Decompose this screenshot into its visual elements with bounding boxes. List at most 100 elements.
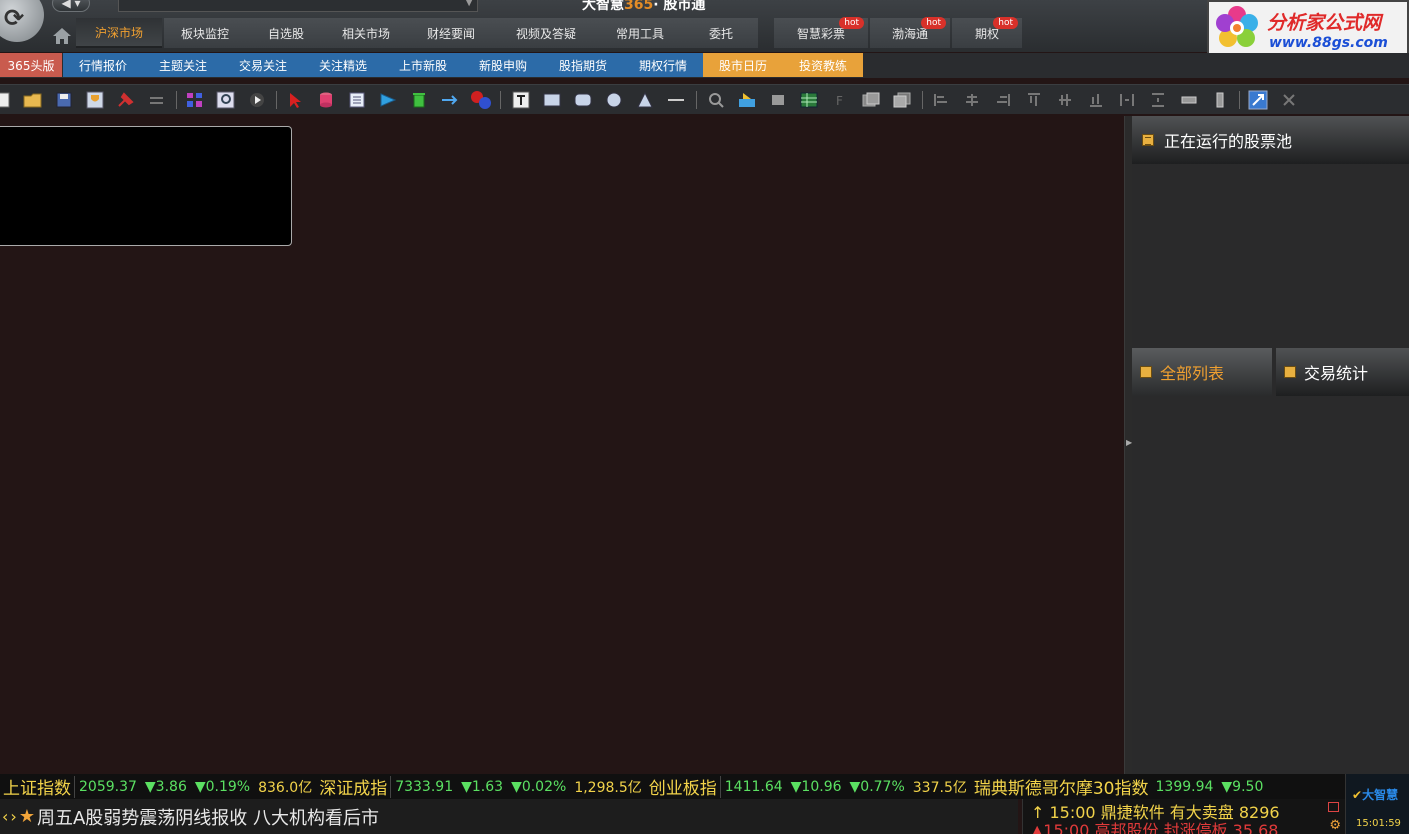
nav-item-bohaitong[interactable]: 渤海通 hot [870, 17, 950, 48]
align-middle-icon[interactable] [1054, 89, 1076, 111]
pin-icon[interactable] [115, 89, 137, 111]
toolbar-divider [176, 91, 177, 109]
nav-item-shipin[interactable]: 视频及答疑 [496, 18, 596, 48]
distribute-horizontal-icon[interactable] [1116, 89, 1138, 111]
home-icon[interactable] [52, 27, 72, 45]
arrow-right-icon[interactable] [439, 89, 461, 111]
nav-item-hushen[interactable]: 沪深市场 [76, 18, 162, 48]
ticker-change: ▼9.50 [1221, 778, 1264, 795]
nav-item-gongju[interactable]: 常用工具 [596, 18, 684, 48]
subnav-item-shengou[interactable]: 新股申购 [463, 53, 543, 77]
toolbar-divider [696, 91, 697, 109]
rounded-rect-tool-icon[interactable] [572, 89, 594, 111]
distribute-vertical-icon[interactable] [1147, 89, 1169, 111]
subnav-item-xingu[interactable]: 上市新股 [383, 53, 463, 77]
ticker-name[interactable]: 瑞典斯德哥尔摩30指数 [971, 774, 1152, 799]
ticker-price: 1399.94 [1155, 778, 1214, 795]
ticker-name[interactable]: 深证成指 [316, 774, 390, 799]
alert-panel: ↑ 15:00 鼎捷软件 有大卖盘 8296 ▲15:00 高邦股份 封涨停板 … [1022, 799, 1345, 834]
nav-item-weituo[interactable]: 委托 [684, 18, 758, 48]
flag-icon[interactable] [377, 89, 399, 111]
stock-pool-header[interactable]: 正在运行的股票池 [1132, 116, 1409, 164]
rectangle-tool-icon[interactable] [541, 89, 563, 111]
app-logo[interactable]: ⟳ [0, 0, 44, 42]
alert-item[interactable]: ▲15:00 高邦股份 封涨停板 35.68 [1031, 817, 1278, 834]
news-headline[interactable]: 周五A股弱势震荡阴线报收 八大机构看后市 [37, 804, 379, 830]
align-right-icon[interactable] [992, 89, 1014, 111]
align-bottom-icon[interactable] [1085, 89, 1107, 111]
gear-icon[interactable]: ⚙ [1329, 818, 1341, 833]
cursor-icon[interactable] [284, 89, 306, 111]
same-height-icon[interactable] [1209, 89, 1231, 111]
circle-tool-icon[interactable] [603, 89, 625, 111]
f-icon[interactable]: F [829, 89, 851, 111]
window-back-icon[interactable] [891, 89, 913, 111]
ticker-price: 1411.64 [724, 778, 783, 795]
subnav-item-jingxuan[interactable]: 关注精选 [303, 53, 383, 77]
ticker-percent: ▼0.77% [849, 778, 905, 795]
text-tool-icon[interactable] [510, 89, 532, 111]
tab-trade-stats[interactable]: 交易统计 [1276, 348, 1409, 396]
same-width-icon[interactable] [1178, 89, 1200, 111]
new-file-icon[interactable] [0, 89, 14, 111]
nav-item-caijing[interactable]: 财经要闻 [406, 18, 496, 48]
hot-badge: hot [839, 17, 864, 29]
panel-splitter[interactable]: ▶ [1124, 116, 1132, 774]
ticker-percent: ▼0.02% [511, 778, 567, 795]
main-canvas[interactable] [0, 116, 1124, 774]
swap-icon[interactable] [146, 89, 168, 111]
nav-item-xiangguan[interactable]: 相关市场 [326, 18, 406, 48]
subnav-item-qiquan[interactable]: 期权行情 [623, 53, 703, 77]
subnav-item-jiaolian[interactable]: 投资教练 [783, 53, 863, 77]
grid-icon [1142, 134, 1154, 146]
expand-icon[interactable] [1247, 89, 1269, 111]
paint-icon[interactable] [736, 89, 758, 111]
layout-icon[interactable] [184, 89, 206, 111]
trash-icon[interactable] [408, 89, 430, 111]
next-news-icon[interactable]: › [10, 807, 16, 826]
subnav-item-zhuti[interactable]: 主题关注 [143, 53, 223, 77]
trophy-icon[interactable] [84, 89, 106, 111]
ticker-name[interactable]: 创业板指 [646, 774, 720, 799]
ticker-price: 7333.91 [395, 778, 454, 795]
counter-icon[interactable] [470, 89, 492, 111]
save-icon[interactable] [53, 89, 75, 111]
open-folder-icon[interactable] [22, 89, 44, 111]
back-button[interactable]: ◀ ▾ [52, 0, 90, 12]
database-icon[interactable] [315, 89, 337, 111]
nav-item-qiquan[interactable]: 期权 hot [952, 17, 1022, 48]
line-tool-icon[interactable] [665, 89, 687, 111]
drawing-toolbar: F [0, 84, 1409, 114]
subnav-item-hangqing[interactable]: 行情报价 [63, 53, 143, 77]
prev-news-icon[interactable]: ‹ [2, 807, 8, 826]
zoom-chart-icon[interactable] [215, 89, 237, 111]
align-center-icon[interactable] [961, 89, 983, 111]
clock-box: ✔大智慧 15:01:59 [1345, 774, 1409, 834]
table-icon[interactable] [798, 89, 820, 111]
magnifier-icon[interactable] [705, 89, 727, 111]
document-icon[interactable] [346, 89, 368, 111]
play-icon[interactable] [246, 89, 268, 111]
align-top-icon[interactable] [1023, 89, 1045, 111]
search-input[interactable]: ▼ [118, 0, 478, 12]
subnav-item-jiaoyi[interactable]: 交易关注 [223, 53, 303, 77]
blank-icon[interactable] [767, 89, 789, 111]
window-front-icon[interactable] [860, 89, 882, 111]
nav-item-caipiao[interactable]: 智慧彩票 hot [774, 17, 868, 48]
subnav-item-365[interactable]: 365头版 [0, 53, 62, 77]
right-panel: 正在运行的股票池 全部列表 交易统计 [1132, 116, 1409, 774]
ticker-amount: 836.0亿 [258, 779, 313, 796]
tab-all-list[interactable]: 全部列表 [1132, 348, 1272, 396]
nav-item-zixuan[interactable]: 自选股 [246, 18, 326, 48]
subnav-item-guzhi[interactable]: 股指期货 [543, 53, 623, 77]
nav-item-bankuai[interactable]: 板块监控 [164, 18, 246, 48]
subnav-item-rili[interactable]: 股市日历 [703, 53, 783, 77]
dzh-logo: ✔大智慧 [1352, 788, 1399, 802]
close-icon[interactable] [1278, 89, 1300, 111]
triangle-tool-icon[interactable] [634, 89, 656, 111]
ticker-name[interactable]: 上证指数 [0, 774, 74, 799]
floating-panel[interactable] [0, 126, 292, 246]
hot-badge: hot [993, 17, 1018, 29]
restore-icon[interactable] [1328, 802, 1339, 812]
align-left-icon[interactable] [930, 89, 952, 111]
